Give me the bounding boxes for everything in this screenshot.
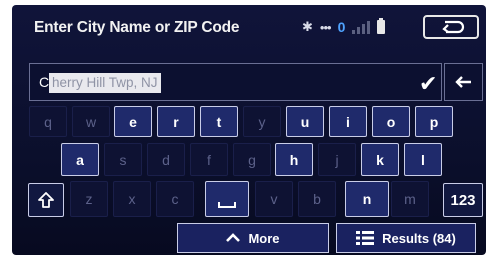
back-icon <box>442 20 465 34</box>
status-area: ✱ ••• 0 <box>302 17 386 37</box>
key-c[interactable]: c <box>156 181 194 217</box>
key-j[interactable]: j <box>318 143 356 176</box>
key-s[interactable]: s <box>104 143 142 176</box>
space-bar-icon <box>218 202 236 208</box>
key-h[interactable]: h <box>275 143 313 176</box>
city-search-input[interactable]: C herry Hill Twp, NJ ✔ <box>29 63 442 101</box>
key-y[interactable]: y <box>243 106 281 137</box>
back-button[interactable] <box>423 15 479 39</box>
more-label: More <box>248 230 280 246</box>
list-icon <box>356 231 375 245</box>
key-d[interactable]: d <box>147 143 185 176</box>
key-x[interactable]: x <box>113 181 151 217</box>
battery-icon <box>377 18 386 34</box>
key-k[interactable]: k <box>361 143 399 176</box>
key-v[interactable]: v <box>255 181 293 217</box>
key-r[interactable]: r <box>157 106 195 137</box>
key-u[interactable]: u <box>286 106 324 137</box>
key-l[interactable]: l <box>404 143 442 176</box>
more-button[interactable]: More <box>177 223 329 253</box>
backspace-arrow-icon <box>454 76 471 88</box>
nav-keyboard-screen: Enter City Name or ZIP Code ✱ ••• 0 C he… <box>12 5 486 255</box>
shift-arrow-icon <box>38 192 54 208</box>
shift-key[interactable] <box>28 183 64 217</box>
numbers-key[interactable]: 123 <box>443 183 483 217</box>
signal-icon <box>352 20 371 34</box>
key-b[interactable]: b <box>298 181 336 217</box>
backspace-button[interactable] <box>444 63 483 101</box>
title-bar: Enter City Name or ZIP Code ✱ ••• 0 <box>12 5 486 47</box>
status-count: 0 <box>337 19 346 35</box>
key-q[interactable]: q <box>29 106 67 137</box>
results-button[interactable]: Results (84) <box>336 223 476 253</box>
chevron-up-icon <box>226 233 241 242</box>
key-n[interactable]: n <box>345 181 389 217</box>
key-a[interactable]: a <box>61 143 99 176</box>
key-m[interactable]: m <box>391 181 429 217</box>
key-e[interactable]: e <box>114 106 152 137</box>
key-g[interactable]: g <box>233 143 271 176</box>
key-o[interactable]: o <box>372 106 410 137</box>
input-autocomplete-suggestion: herry Hill Twp, NJ <box>49 73 161 93</box>
checkmark-icon[interactable]: ✔ <box>419 71 437 97</box>
key-i[interactable]: i <box>329 106 367 137</box>
key-z[interactable]: z <box>70 181 108 217</box>
connection-dots: ••• <box>319 19 332 35</box>
bluetooth-icon: ✱ <box>302 19 313 34</box>
page-title: Enter City Name or ZIP Code <box>34 19 240 36</box>
key-f[interactable]: f <box>190 143 228 176</box>
key-w[interactable]: w <box>72 106 110 137</box>
input-typed-text: C <box>39 74 50 90</box>
results-label: Results (84) <box>382 230 456 246</box>
space-key[interactable] <box>205 181 249 217</box>
key-t[interactable]: t <box>200 106 238 137</box>
key-p[interactable]: p <box>415 106 453 137</box>
